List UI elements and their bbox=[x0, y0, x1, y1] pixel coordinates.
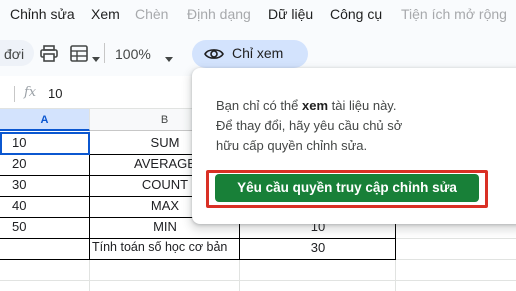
menu-view[interactable]: Xem bbox=[91, 6, 120, 22]
formula-input[interactable]: 10 bbox=[48, 86, 62, 101]
format-dropdown-chevron-icon[interactable] bbox=[92, 50, 100, 68]
menu-bar: Chỉnh sửa Xem Chèn Định dạng Dữ liệu Côn… bbox=[0, 0, 516, 30]
eye-icon bbox=[204, 46, 224, 67]
request-edit-access-button[interactable]: Yêu cầu quyền truy cập chỉnh sửa bbox=[215, 174, 479, 202]
view-only-popup: Bạn chỉ có thể xem tài liệu này. Để thay… bbox=[192, 68, 516, 224]
popup-line1-prefix: Bạn chỉ có thể bbox=[216, 98, 302, 113]
menu-data[interactable]: Dữ liệu bbox=[268, 6, 313, 22]
popup-line2: Để thay đổi, hãy yêu cầu chủ sở bbox=[216, 118, 403, 133]
fx-icon: fx bbox=[24, 85, 37, 100]
toolbar-partial-text: đơi bbox=[4, 46, 25, 62]
printer-icon[interactable] bbox=[40, 45, 58, 67]
popup-line3: hữu cấp quyền chỉnh sửa. bbox=[216, 138, 368, 153]
menu-tools[interactable]: Công cụ bbox=[330, 6, 382, 22]
menu-insert[interactable]: Chèn bbox=[135, 6, 168, 22]
popup-message: Bạn chỉ có thể xem tài liệu này. Để thay… bbox=[216, 96, 426, 156]
cell-b6[interactable]: Tính toán số học cơ bản bbox=[92, 240, 240, 254]
cell-a3[interactable]: 30 bbox=[12, 177, 26, 192]
cell-a2[interactable]: 20 bbox=[12, 156, 26, 171]
cell-a5[interactable]: 50 bbox=[12, 219, 26, 234]
zoom-dropdown-chevron-icon[interactable] bbox=[165, 50, 173, 68]
menu-format[interactable]: Định dạng bbox=[187, 6, 251, 22]
menu-extensions[interactable]: Tiện ích mở rộng bbox=[401, 6, 507, 22]
view-only-label: Chỉ xem bbox=[232, 45, 284, 61]
popup-line1-bold: xem bbox=[302, 98, 329, 113]
menu-edit[interactable]: Chỉnh sửa bbox=[10, 6, 75, 22]
view-only-button[interactable]: Chỉ xem bbox=[192, 40, 308, 68]
name-box-edge[interactable] bbox=[0, 86, 15, 102]
zoom-value[interactable]: 100% bbox=[115, 46, 151, 62]
toolbar-divider bbox=[104, 43, 105, 63]
table-format-icon[interactable] bbox=[70, 45, 88, 67]
cell-c6[interactable]: 30 bbox=[240, 240, 396, 255]
popup-line1-suffix: tài liệu này. bbox=[328, 98, 397, 113]
cell-a4[interactable]: 40 bbox=[12, 198, 26, 213]
cell-a1[interactable]: 10 bbox=[12, 135, 26, 150]
